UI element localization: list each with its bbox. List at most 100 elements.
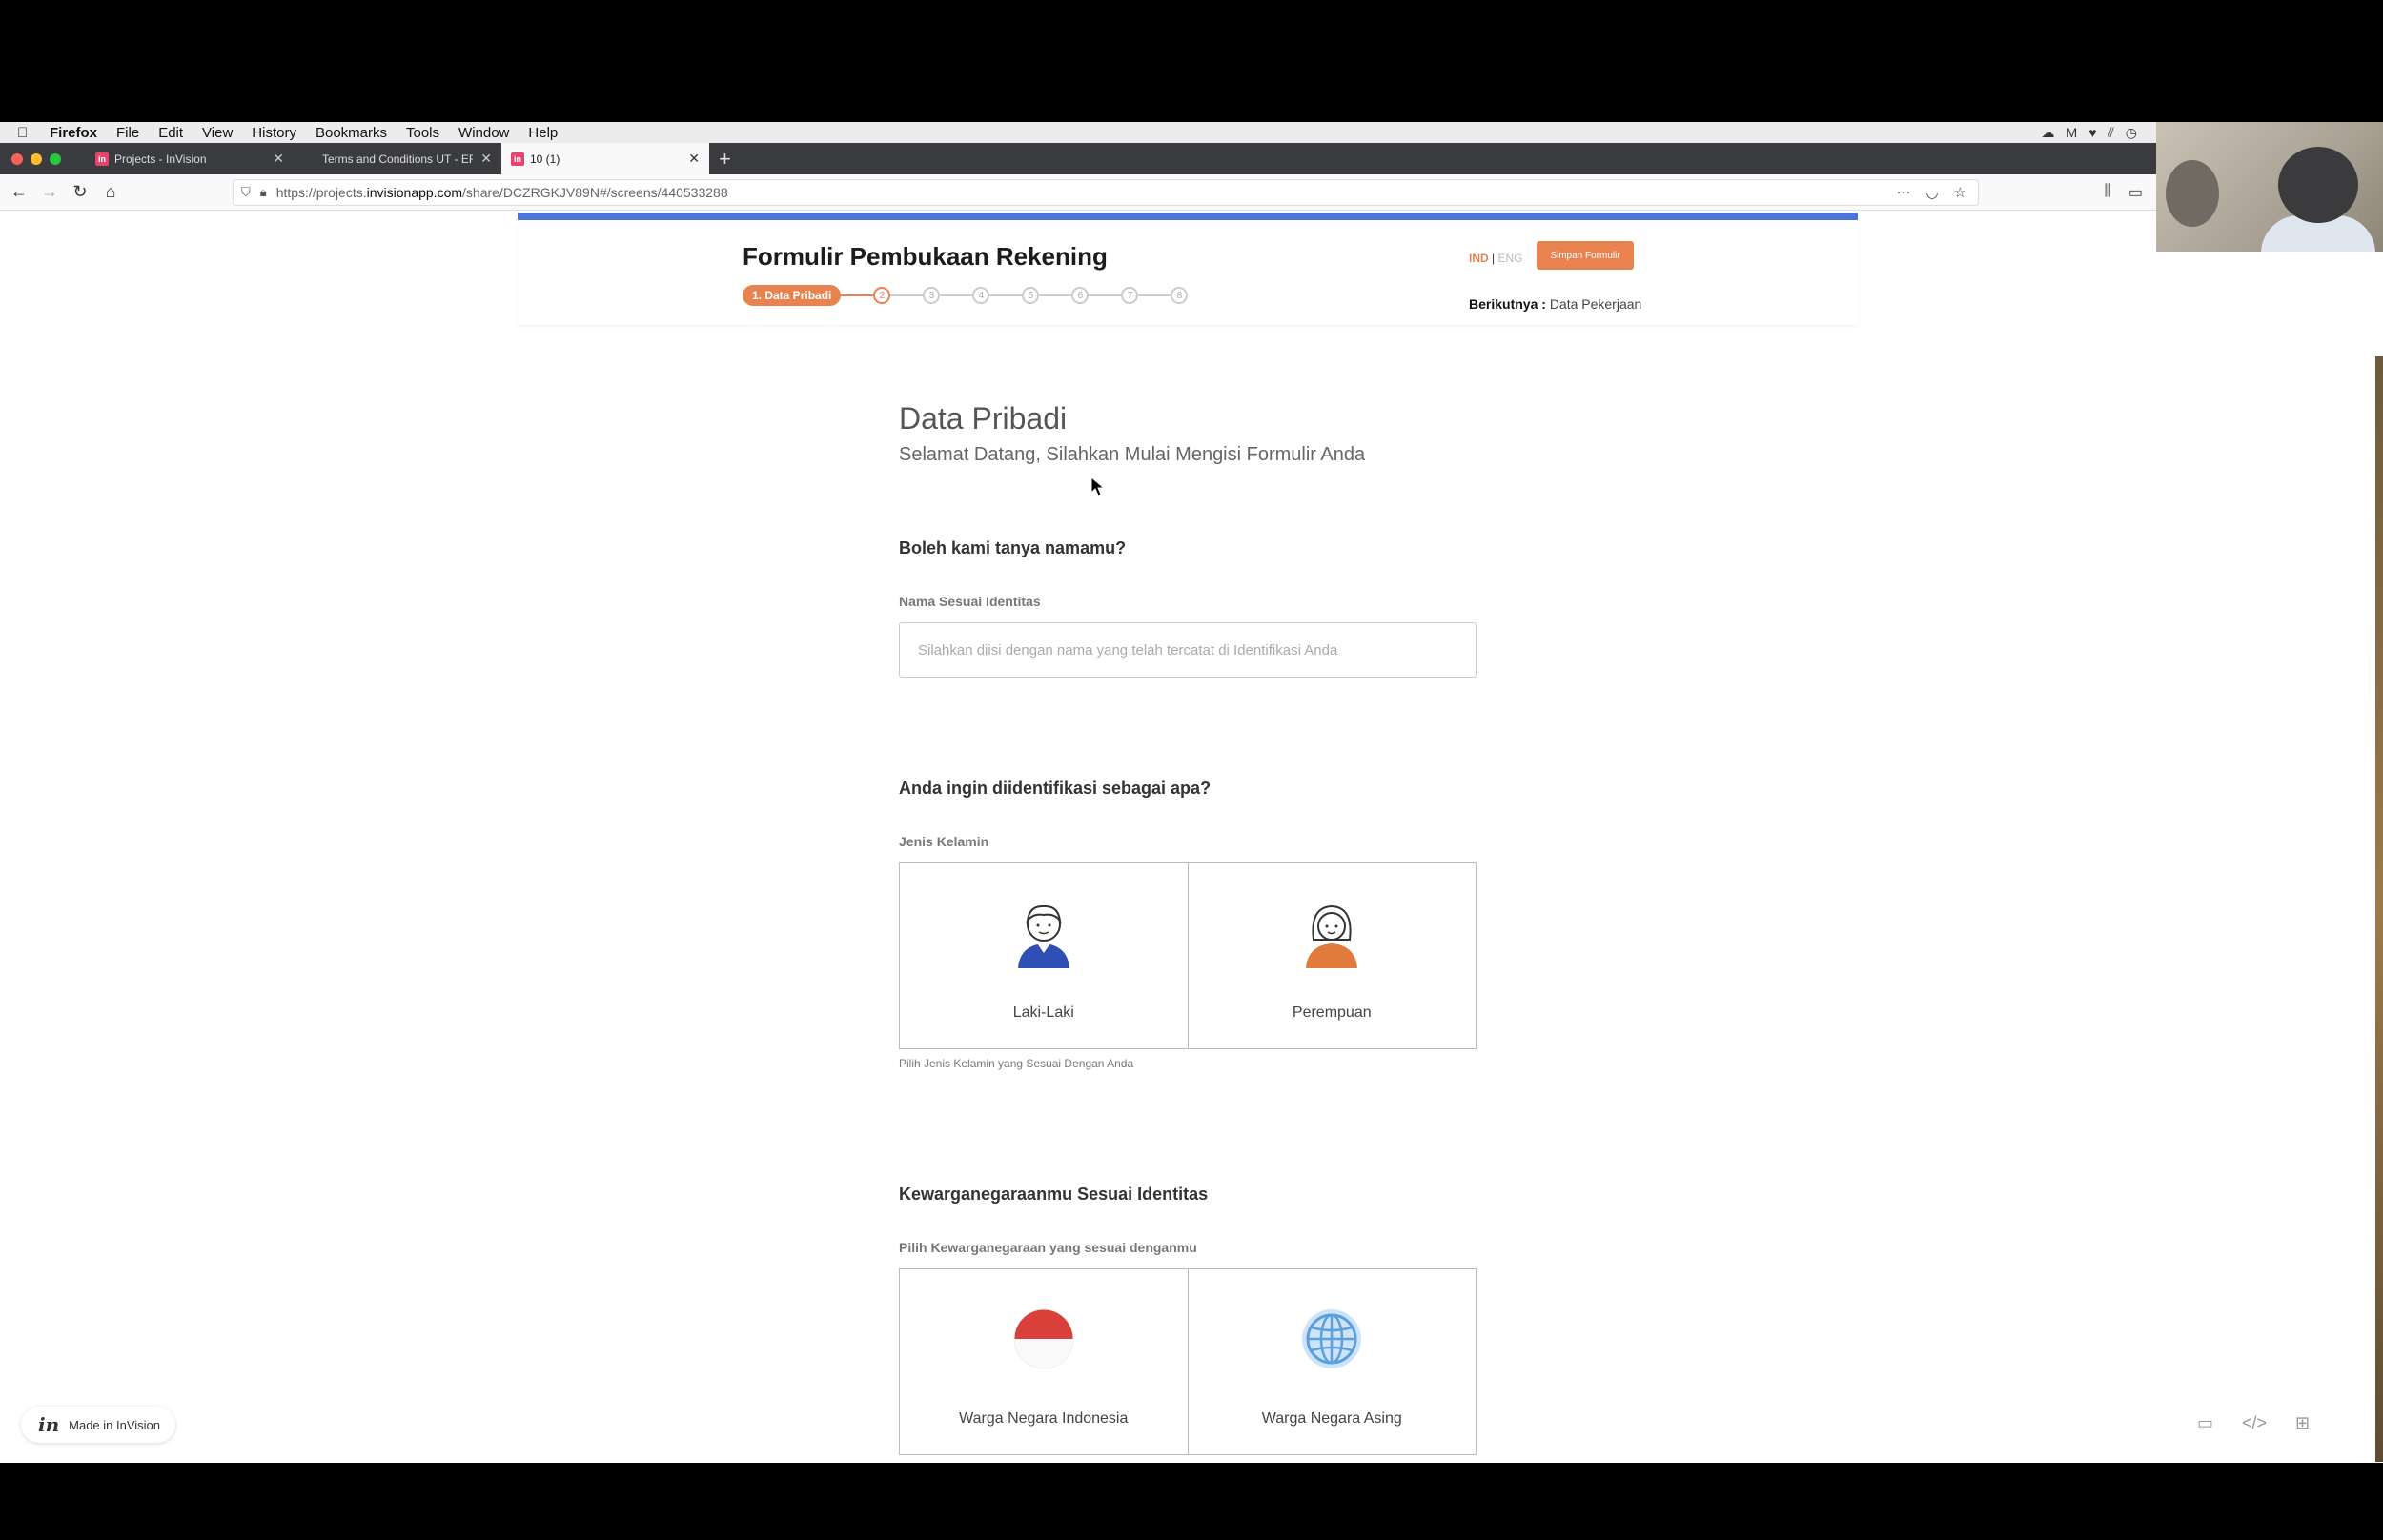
grid-icon[interactable]: ⊞: [2295, 1413, 2310, 1433]
participant-avatar: [2278, 147, 2358, 223]
screen:  Firefox File Edit View History Bookmar…: [0, 0, 2383, 1540]
invision-logo-icon: in: [38, 1413, 60, 1436]
next-step-label: Berikutnya :: [1469, 296, 1546, 312]
window-controls: [11, 152, 61, 165]
bookmark-star-icon[interactable]: ☆: [1954, 184, 1966, 201]
made-in-invision-badge[interactable]: in Made in InVision: [21, 1407, 175, 1443]
screen-bottom-black: [0, 1463, 2383, 1540]
home-icon[interactable]: ⌂: [95, 182, 126, 202]
menu-help[interactable]: Help: [528, 125, 558, 141]
step-connector: [1138, 294, 1171, 296]
name-input[interactable]: [899, 622, 1477, 678]
desktop-background: [2156, 252, 2383, 1463]
citizen-question: Kewarganegaraanmu Sesuai Identitas: [899, 1185, 1209, 1204]
menu-edit[interactable]: Edit: [158, 125, 183, 141]
step-2[interactable]: 2: [873, 287, 891, 304]
made-in-label: Made in InVision: [69, 1417, 161, 1432]
step-progress: 1. Data Pribadi 2 3 4 5 6 7 8: [743, 285, 1189, 306]
gender-option-female[interactable]: Perempuan: [1187, 863, 1477, 1048]
step-connector: [1089, 294, 1122, 296]
step-8[interactable]: 8: [1171, 287, 1189, 304]
step-6[interactable]: 6: [1071, 287, 1090, 304]
menu-window[interactable]: Window: [458, 125, 509, 141]
step-connector: [989, 294, 1023, 296]
lang-eng[interactable]: ENG: [1497, 252, 1522, 265]
step-active[interactable]: 1. Data Pribadi: [743, 285, 842, 306]
url-prefix: https://projects.: [275, 185, 367, 200]
language-switcher: IND | ENG: [1469, 252, 1523, 265]
step-4[interactable]: 4: [972, 287, 990, 304]
web-page: Formulir Pembukaan Rekening IND | ENG Si…: [0, 211, 2156, 1463]
menu-bookmarks[interactable]: Bookmarks: [316, 125, 387, 141]
gender-option-male[interactable]: Laki-Laki: [900, 863, 1188, 1048]
section-subtitle: Selamat Datang, Silahkan Mulai Mengisi F…: [899, 444, 1366, 465]
step-7[interactable]: 7: [1121, 287, 1139, 304]
tab-title: Projects - InVision: [114, 152, 207, 166]
forward-icon[interactable]: →: [34, 182, 65, 202]
next-step: Berikutnya : Data Pekerjaan: [1469, 296, 1641, 312]
menu-tools[interactable]: Tools: [406, 125, 439, 141]
tab-screen[interactable]: in 10 (1) ✕: [501, 143, 709, 174]
save-form-button[interactable]: Simpan Formulir: [1537, 241, 1634, 270]
menu-app[interactable]: Firefox: [50, 125, 97, 141]
close-tab-icon[interactable]: ✕: [480, 151, 492, 167]
globe-icon: [1302, 1309, 1362, 1368]
invision-favicon-icon: in: [511, 152, 524, 166]
form-header: Formulir Pembukaan Rekening IND | ENG Si…: [518, 220, 1858, 325]
step-5[interactable]: 5: [1022, 287, 1040, 304]
male-avatar-icon: [1017, 904, 1069, 968]
gender-hint: Pilih Jenis Kelamin yang Sesuai Dengan A…: [899, 1057, 1134, 1070]
citizen-wni-label: Warga Negara Indonesia: [959, 1410, 1129, 1427]
apple-icon[interactable]: : [17, 125, 32, 141]
library-icon[interactable]: ⫼: [2105, 183, 2111, 202]
mail-icon[interactable]: M: [2067, 125, 2078, 141]
form-title: Formulir Pembukaan Rekening: [743, 242, 1108, 271]
comment-icon[interactable]: ▭: [2197, 1413, 2213, 1433]
url-host: invisionapp.com: [366, 185, 463, 200]
more-icon[interactable]: ···: [1896, 184, 1910, 201]
step-3[interactable]: 3: [923, 287, 941, 304]
webcam-video: [2156, 122, 2383, 252]
menu-view[interactable]: View: [202, 125, 233, 141]
pocket-icon[interactable]: ◡: [1925, 184, 1938, 201]
cloud-icon[interactable]: ☁: [2042, 125, 2055, 141]
menu-history[interactable]: History: [252, 125, 296, 141]
tab-title: Terms and Conditions UT - EFO: [322, 152, 474, 166]
back-icon[interactable]: ←: [4, 182, 34, 202]
urlbar-actions: ··· ◡ ☆: [1896, 184, 1966, 201]
minimize-window-icon[interactable]: [31, 152, 42, 165]
heart-icon[interactable]: ♥: [2088, 125, 2096, 141]
clock-icon[interactable]: ◷: [2126, 125, 2137, 141]
chart-icon[interactable]: ⫽: [2108, 125, 2114, 141]
name-question: Boleh kami tanya namamu?: [899, 538, 1127, 557]
mac-menubar:  Firefox File Edit View History Bookmar…: [0, 122, 2156, 143]
step-connector: [940, 294, 973, 296]
gender-label: Jenis Kelamin: [899, 834, 989, 849]
code-icon[interactable]: </>: [2242, 1413, 2267, 1433]
citizen-option-wna[interactable]: Warga Negara Asing: [1187, 1269, 1477, 1454]
close-tab-icon[interactable]: ✕: [273, 151, 284, 167]
new-tab-icon[interactable]: +: [719, 147, 731, 172]
indonesia-flag-icon: [1013, 1308, 1074, 1369]
sidebar-icon[interactable]: ▭: [2128, 183, 2143, 202]
menu-file[interactable]: File: [116, 125, 139, 141]
reload-icon[interactable]: ↻: [65, 182, 95, 202]
menubar-tray: ☁ M ♥ ⫽ ◷: [2042, 125, 2137, 141]
next-step-value: Data Pekerjaan: [1549, 296, 1642, 312]
mouse-cursor-icon: [1090, 476, 1106, 496]
citizen-option-wni[interactable]: Warga Negara Indonesia: [900, 1269, 1188, 1454]
prototype-toolbar: ▭ </> ⊞: [2197, 1413, 2310, 1433]
close-window-icon[interactable]: [11, 152, 23, 165]
desktop-wallpaper: [2375, 356, 2383, 1462]
browser-tabbar: in Projects - InVision ✕ Terms and Condi…: [0, 143, 2156, 174]
name-label: Nama Sesuai Identitas: [899, 594, 1041, 609]
shield-icon[interactable]: ⛉: [241, 185, 251, 200]
close-tab-icon[interactable]: ✕: [688, 151, 700, 167]
lang-ind[interactable]: IND: [1469, 252, 1489, 265]
lock-icon[interactable]: 🔒︎: [260, 185, 267, 200]
zoom-window-icon[interactable]: [50, 152, 61, 165]
tab-projects[interactable]: in Projects - InVision ✕: [86, 143, 294, 174]
tab-terms[interactable]: Terms and Conditions UT - EFO ✕: [294, 143, 501, 174]
url-bar[interactable]: ⛉ 🔒︎ https://projects. invisionapp.com/sh…: [233, 179, 1979, 206]
progress-topline: [518, 213, 1858, 220]
